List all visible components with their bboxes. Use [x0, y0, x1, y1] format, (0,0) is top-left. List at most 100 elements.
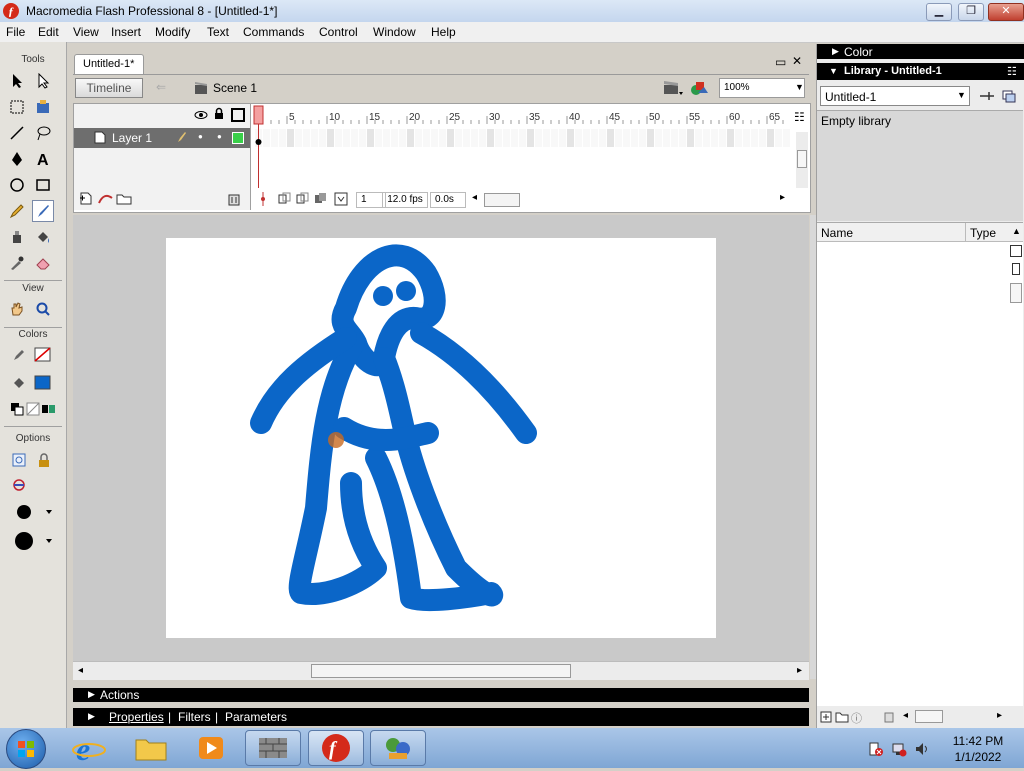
- delete-layer-icon[interactable]: [227, 192, 241, 209]
- library-document-select[interactable]: Untitled-1 ▼: [820, 86, 970, 106]
- zoom-dropdown[interactable]: 100% ▼: [719, 78, 805, 98]
- menu-insert[interactable]: Insert: [111, 25, 141, 39]
- menu-file[interactable]: File: [6, 25, 25, 39]
- stroke-color-swatch[interactable]: [32, 344, 54, 366]
- timeline-hscroll-thumb[interactable]: [484, 193, 520, 207]
- delete-item-icon[interactable]: [883, 711, 895, 726]
- document-tab[interactable]: Untitled-1*: [74, 54, 144, 74]
- parameters-tab[interactable]: Parameters: [225, 710, 287, 724]
- library-list[interactable]: Name Type ▲: [817, 222, 1023, 707]
- selection-arrow-icon[interactable]: [6, 70, 28, 92]
- free-transform-icon[interactable]: [6, 96, 28, 118]
- frame-view-menu-icon[interactable]: ☷: [794, 110, 805, 124]
- back-arrow-icon[interactable]: ⇐: [156, 80, 166, 94]
- file-explorer-icon[interactable]: [134, 734, 168, 765]
- center-frame-icon[interactable]: [258, 192, 268, 209]
- brush-shape-dropdown[interactable]: [8, 530, 58, 552]
- onion-markers-icon[interactable]: [334, 192, 348, 209]
- line-tool-icon[interactable]: [6, 122, 28, 144]
- insert-layer-icon[interactable]: [80, 192, 94, 208]
- layer-name[interactable]: Layer 1: [112, 131, 152, 145]
- start-button[interactable]: [6, 729, 46, 769]
- new-library-icon[interactable]: [1001, 89, 1017, 106]
- subselection-arrow-icon[interactable]: [32, 70, 54, 92]
- add-motion-guide-icon[interactable]: [98, 192, 114, 208]
- onion-skin-icon[interactable]: [278, 192, 292, 209]
- lock-fill-icon[interactable]: [33, 449, 55, 471]
- volume-icon[interactable]: [914, 741, 930, 760]
- lasso-tool-icon[interactable]: [32, 122, 54, 144]
- library-panel-title[interactable]: Library - Untitled-1: [844, 65, 942, 77]
- media-player-icon[interactable]: [196, 734, 226, 765]
- edit-multiple-frames-icon[interactable]: [314, 192, 328, 209]
- library-scroll-right-icon[interactable]: ▸: [997, 710, 1002, 721]
- menu-modify[interactable]: Modify: [155, 25, 190, 39]
- menu-view[interactable]: View: [73, 25, 99, 39]
- taskbar-flash-app[interactable]: f: [308, 730, 364, 766]
- pressure-icon[interactable]: [8, 474, 30, 496]
- library-scroll-left-icon[interactable]: ◂: [903, 710, 908, 721]
- wide-view-icon[interactable]: [1010, 245, 1022, 257]
- swap-colors-icon[interactable]: [38, 398, 60, 420]
- properties-info-icon[interactable]: ⓘ: [851, 710, 862, 726]
- menu-text[interactable]: Text: [207, 25, 229, 39]
- onion-outline-icon[interactable]: [296, 192, 310, 209]
- narrow-view-icon[interactable]: [1012, 263, 1020, 275]
- eyedropper-icon[interactable]: [6, 252, 28, 274]
- insert-folder-icon[interactable]: [116, 192, 132, 208]
- pin-library-icon[interactable]: [979, 89, 995, 106]
- panel-menu-icon[interactable]: ☷: [1007, 65, 1017, 78]
- scroll-left-icon[interactable]: ◂: [78, 665, 83, 676]
- scroll-right-icon[interactable]: ▸: [797, 665, 802, 676]
- stage-canvas[interactable]: [166, 238, 716, 638]
- lock-icon[interactable]: [213, 107, 225, 123]
- fill-transform-icon[interactable]: [32, 96, 54, 118]
- menu-edit[interactable]: Edit: [38, 25, 59, 39]
- menu-commands[interactable]: Commands: [243, 25, 304, 39]
- color-panel-title[interactable]: Color: [844, 45, 873, 59]
- internet-explorer-icon[interactable]: e: [72, 731, 106, 767]
- properties-tab[interactable]: Properties: [109, 710, 164, 724]
- brush-size-dropdown[interactable]: [8, 501, 58, 523]
- doc-close-icon[interactable]: ✕: [792, 54, 802, 68]
- color-panel-bar[interactable]: ▶ Color: [817, 44, 1024, 59]
- eye-icon[interactable]: [194, 109, 208, 123]
- taskbar-firewall-app[interactable]: [245, 730, 301, 766]
- properties-panel-bar[interactable]: ▶ Properties | Filters | Parameters: [73, 708, 809, 726]
- rectangle-tool-icon[interactable]: [32, 174, 54, 196]
- zoom-tool-icon[interactable]: [32, 298, 54, 320]
- library-panel-bar[interactable]: ▼ Library - Untitled-1 ☷: [817, 63, 1024, 80]
- layer-row[interactable]: Layer 1 ● ●: [74, 128, 250, 148]
- restore-button[interactable]: ❐: [958, 3, 984, 21]
- frame-rate-field[interactable]: 12.0 fps: [382, 192, 428, 208]
- fill-color-bucket-icon[interactable]: [8, 372, 30, 394]
- stroke-color-pencil-icon[interactable]: [8, 344, 30, 366]
- minimize-button[interactable]: ▁: [926, 3, 952, 21]
- fill-color-swatch[interactable]: [32, 372, 54, 394]
- timeline-toggle-button[interactable]: Timeline: [75, 78, 143, 98]
- new-symbol-icon[interactable]: [820, 711, 832, 726]
- eraser-icon[interactable]: [32, 252, 54, 274]
- network-icon[interactable]: [891, 741, 907, 760]
- action-center-icon[interactable]: [868, 741, 884, 760]
- outline-icon[interactable]: [231, 108, 245, 122]
- hand-tool-icon[interactable]: [6, 298, 28, 320]
- brush-tool-icon[interactable]: [32, 200, 54, 222]
- menu-help[interactable]: Help: [431, 25, 456, 39]
- filters-tab[interactable]: Filters: [178, 710, 211, 724]
- actions-panel-title[interactable]: Actions: [100, 688, 139, 702]
- close-button[interactable]: ✕: [988, 3, 1024, 21]
- text-tool-icon[interactable]: A: [32, 148, 54, 170]
- timeline-scroll-right-icon[interactable]: ▸: [780, 192, 785, 203]
- sort-icon[interactable]: ▲: [1012, 226, 1021, 236]
- menu-control[interactable]: Control: [319, 25, 358, 39]
- library-vscroll-thumb[interactable]: [1010, 283, 1022, 303]
- brush-mode-icon[interactable]: [8, 449, 30, 471]
- taskbar-network-app[interactable]: [370, 730, 426, 766]
- timeline-scroll-left-icon[interactable]: ◂: [472, 192, 477, 203]
- pen-tool-icon[interactable]: [6, 148, 28, 170]
- layer-color-box[interactable]: [232, 132, 244, 144]
- pencil-tool-icon[interactable]: [6, 200, 28, 222]
- actions-panel-bar[interactable]: ▶ Actions: [73, 688, 809, 702]
- new-folder-icon[interactable]: [835, 711, 849, 726]
